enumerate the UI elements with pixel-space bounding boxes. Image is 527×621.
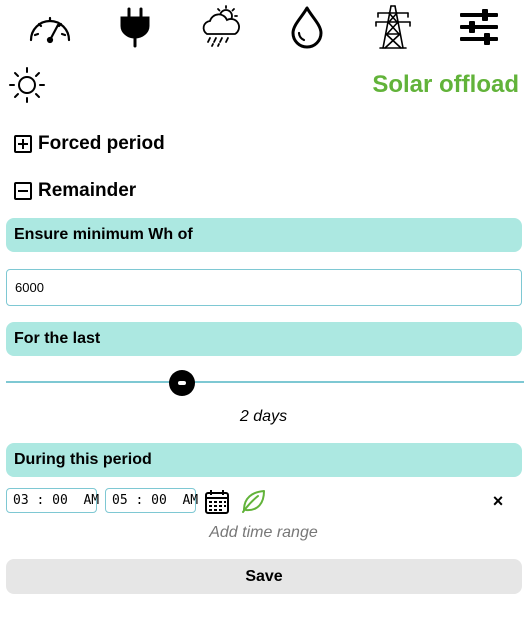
minimum-wh-input[interactable] (6, 269, 522, 306)
collapse-minus-icon (14, 182, 32, 200)
remainder-label: Remainder (38, 180, 137, 201)
sun-icon (8, 66, 46, 104)
power-tower-icon[interactable] (370, 4, 416, 50)
water-drop-icon[interactable] (284, 4, 330, 50)
end-time-input[interactable]: 05 : 00 AM (105, 488, 198, 513)
during-period-label: During this period (6, 443, 522, 477)
remainder-toggle[interactable]: Remainder (14, 178, 136, 204)
save-button[interactable]: Save (6, 559, 522, 594)
ensure-minimum-label: Ensure minimum Wh of (6, 218, 522, 252)
top-navbar (0, 0, 527, 56)
days-slider-track[interactable] (6, 381, 524, 383)
leaf-icon[interactable] (240, 488, 266, 514)
weather-icon[interactable] (198, 4, 244, 50)
add-time-range-link[interactable]: Add time range (0, 524, 527, 542)
days-slider-thumb[interactable] (169, 370, 196, 396)
calendar-icon[interactable] (204, 489, 230, 515)
expand-plus-icon (14, 135, 32, 153)
days-slider-value: 2 days (239, 408, 288, 425)
forced-period-toggle[interactable]: Forced period (14, 131, 165, 157)
page-title: Solar offload (372, 71, 519, 98)
sliders-icon[interactable] (456, 4, 502, 50)
gauge-icon[interactable] (27, 4, 73, 50)
start-time-input[interactable]: 03 : 00 AM (6, 488, 99, 513)
remove-range-close-icon[interactable]: × (489, 490, 507, 512)
plug-icon[interactable] (112, 4, 158, 50)
for-the-last-label: For the last (6, 322, 522, 356)
forced-period-label: Forced period (38, 133, 165, 154)
